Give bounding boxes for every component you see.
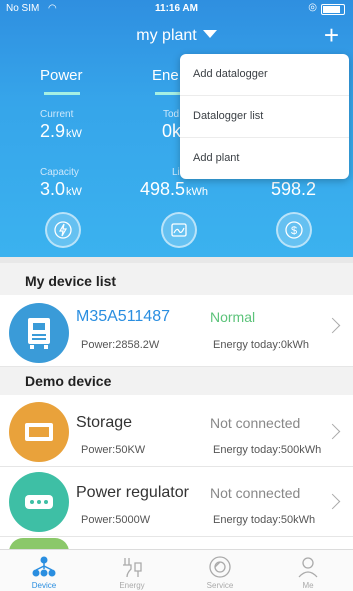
device-energy: Energy today:50kWh [213,514,316,526]
plant-selector[interactable]: my plant [0,27,353,45]
inverter-icon [9,303,69,363]
tab-me-label: Me [302,581,314,590]
demo-device-header: Demo device [0,367,353,395]
bottom-tab-bar: Device Energy Service Me [0,549,353,591]
tab-energy-bottom[interactable]: Energy [88,550,176,591]
device-icon [32,556,56,577]
tab-power[interactable]: Power [40,67,83,84]
energy-icon [123,558,142,578]
storage-icon [9,402,69,462]
device-energy: Energy today:500kWh [213,444,322,456]
clock: 11:16 AM [155,3,198,14]
menu-item-add-plant[interactable]: Add plant [180,138,349,179]
today-label: Tod [163,109,180,120]
current-value: 2.9kW [40,121,82,141]
chevron-right-icon [324,423,341,440]
svg-text:$: $ [291,225,297,237]
capacity-label: Capacity [40,167,79,178]
tab-power-indicator [44,92,80,95]
chevron-right-icon [324,493,341,510]
battery-icon [321,4,345,15]
device-power: Power:2858.2W [81,339,160,351]
device-row-m35a511487[interactable]: M35A511487 Normal Power:2858.2W Energy t… [0,300,353,367]
power-circle-button[interactable] [45,212,81,248]
tab-me[interactable]: Me [264,550,352,591]
device-name: Power regulator [76,484,189,501]
dollar-icon: $ [285,221,303,239]
plant-name: my plant [136,27,197,44]
device-status: Not connected [210,415,301,431]
energy-chart-circle-button[interactable] [161,212,197,248]
tab-device-label: Device [31,581,57,590]
menu-item-add-datalogger[interactable]: Add datalogger [180,54,349,96]
capacity-value: 3.0kW [40,179,82,199]
device-power: Power:5000W [81,514,151,526]
lightning-icon [54,221,72,239]
device-power: Power:50KW [81,444,146,456]
current-label: Current [40,109,74,120]
add-menu-dropdown: Add datalogger Datalogger list Add plant [180,54,349,179]
power-regulator-icon [9,472,69,532]
status-bar: No SIM ◠ 11:16 AM ◎ [0,0,353,18]
menu-item-datalogger-list[interactable]: Datalogger list [180,96,349,138]
tab-service[interactable]: Service [176,550,264,591]
device-status: Normal [210,309,256,325]
device-status: Not connected [210,485,301,501]
tab-service-label: Service [206,581,234,590]
device-energy: Energy today:0kWh [213,339,309,351]
tab-device[interactable]: Device [0,550,88,591]
device-name: Storage [76,414,133,431]
service-icon [209,556,231,578]
my-device-list-header: My device list [0,263,353,295]
today-value: 0k [162,121,182,141]
caret-down-icon [202,30,217,38]
tab-energy[interactable]: Ene [152,67,179,84]
chart-icon [171,223,187,237]
lifetime-value: 498.5kWh [140,179,209,199]
add-button[interactable]: + [324,22,339,48]
device-row-power-regulator[interactable]: Power regulator Not connected Power:5000… [0,468,353,537]
me-icon [298,557,318,578]
chevron-right-icon [324,317,341,334]
revenue-value: 598.2 [271,179,317,199]
revenue-circle-button[interactable]: $ [276,212,312,248]
device-row-storage[interactable]: Storage Not connected Power:50KW Energy … [0,398,353,467]
tab-energy-label: Energy [119,581,145,590]
location-icon: ◎ [308,2,317,13]
device-name: M35A511487 [76,308,170,325]
